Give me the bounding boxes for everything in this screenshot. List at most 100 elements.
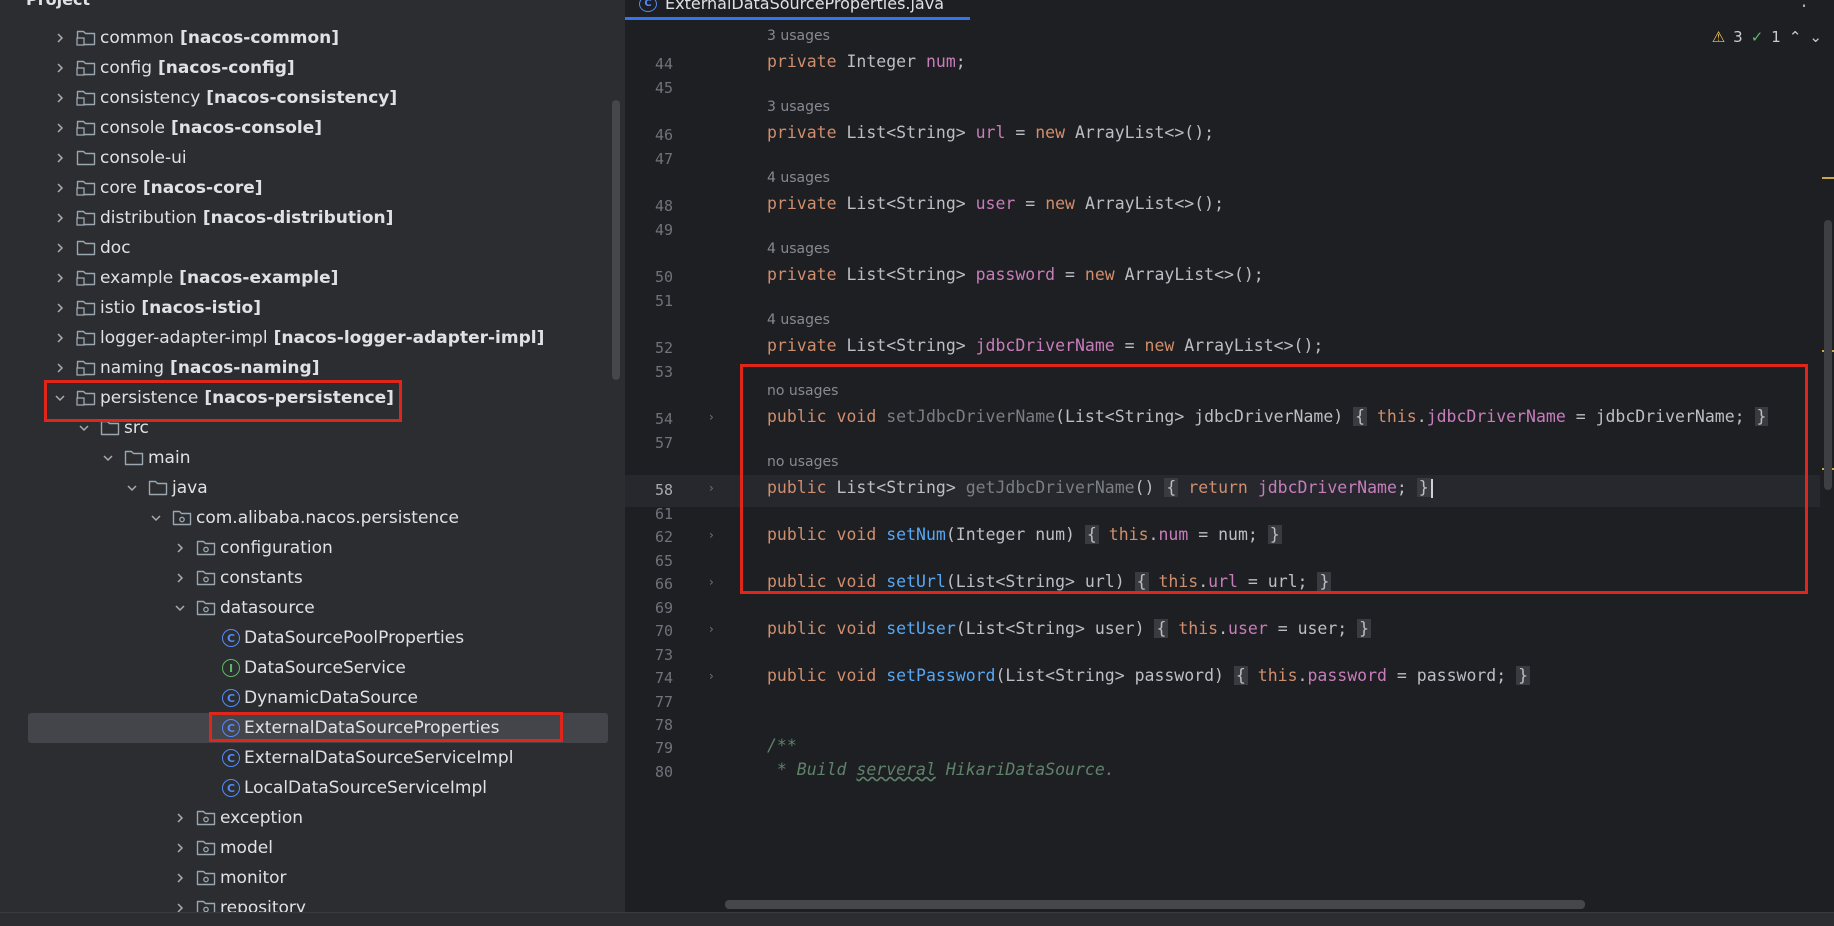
code-line[interactable]: public void setUrl(List<String> url) { t… [767,572,1332,591]
chevron-down-icon[interactable] [172,593,188,623]
tree-item-externaldatasourceserviceimpl[interactable]: C ExternalDataSourceServiceImpl [0,743,610,773]
inspections-widget[interactable]: ⚠ 3 ✓ 1 ⌃ ⌄ [1712,28,1822,46]
code-line[interactable]: private List<String> url = new ArrayList… [767,123,1214,142]
editor-tab-external-data-source-properties[interactable]: C ExternalDataSourceProperties.java [625,0,970,20]
tree-item-externaldatasourceproperties[interactable]: C ExternalDataSourceProperties [28,713,608,743]
line-number[interactable]: 65 [625,552,673,570]
chevron-right-icon[interactable] [52,53,68,83]
next-highlight-icon[interactable]: ⌄ [1809,28,1822,46]
fold-chevron-icon[interactable]: › [709,669,719,683]
chevron-right-icon[interactable] [52,353,68,383]
tree-item-console-ui[interactable]: console-ui [0,143,610,173]
tree-item-console[interactable]: console [nacos-console] [0,113,610,143]
tree-item-localdatasourceserviceimpl[interactable]: C LocalDataSourceServiceImpl [0,773,610,803]
chevron-right-icon[interactable] [52,23,68,53]
chevron-right-icon[interactable] [52,263,68,293]
code-line[interactable]: public void setJdbcDriverName(List<Strin… [767,407,1769,426]
chevron-right-icon[interactable] [172,893,188,912]
usages-hint[interactable]: no usages [767,454,838,470]
usages-hint[interactable]: 4 usages [767,312,830,328]
tree-item-core[interactable]: core [nacos-core] [0,173,610,203]
code-line[interactable]: public void setNum(Integer num) { this.n… [767,525,1282,544]
code-line[interactable]: private List<String> password = new Arra… [767,265,1264,284]
chevron-right-icon[interactable] [52,323,68,353]
fold-chevron-icon[interactable]: › [709,622,719,636]
error-stripe-marker[interactable] [1822,177,1834,179]
code-editor[interactable]: C ExternalDataSourceProperties.java ⋮ ⚠ … [625,0,1834,912]
line-number[interactable]: 66 [625,575,673,593]
tree-item-consistency[interactable]: consistency [nacos-consistency] [0,83,610,113]
line-number[interactable]: 53 [625,363,673,381]
line-number[interactable]: 57 [625,434,673,452]
tree-item-model[interactable]: model [0,833,610,863]
code-line[interactable]: * Build serveral HikariDataSource. [767,760,1115,779]
chevron-right-icon[interactable] [172,863,188,893]
chevron-down-icon[interactable] [124,473,140,503]
line-number[interactable]: 79 [625,739,673,757]
code-line[interactable]: private List<String> jdbcDriverName = ne… [767,336,1323,355]
line-number[interactable]: 54 [625,410,673,428]
chevron-down-icon[interactable] [76,413,92,443]
tree-item-dynamicdatasource[interactable]: C DynamicDataSource [0,683,610,713]
tree-item-doc[interactable]: doc [0,233,610,263]
more-options-icon[interactable]: ⋮ [1794,0,1814,10]
line-number[interactable]: 49 [625,221,673,239]
chevron-right-icon[interactable] [172,563,188,593]
code-line[interactable]: public List<String> getJdbcDriverName() … [767,478,1433,498]
chevron-right-icon[interactable] [52,293,68,323]
chevron-right-icon[interactable] [172,533,188,563]
tree-item-src[interactable]: src [0,413,610,443]
line-number[interactable]: 61 [625,505,673,523]
tree-item-example[interactable]: example [nacos-example] [0,263,610,293]
tree-item-distribution[interactable]: distribution [nacos-distribution] [0,203,610,233]
tree-item-istio[interactable]: istio [nacos-istio] [0,293,610,323]
chevron-right-icon[interactable] [52,233,68,263]
tree-item-monitor[interactable]: monitor [0,863,610,893]
usages-hint[interactable]: 4 usages [767,241,830,257]
tree-item-com-alibaba-nacos-persistence[interactable]: com.alibaba.nacos.persistence [0,503,610,533]
project-panel-title[interactable]: Project [0,0,90,12]
tree-item-naming[interactable]: naming [nacos-naming] [0,353,610,383]
fold-chevron-icon[interactable]: › [709,410,719,424]
chevron-down-icon[interactable] [52,383,68,413]
line-number[interactable]: 48 [625,197,673,215]
line-number[interactable]: 73 [625,646,673,664]
chevron-right-icon[interactable] [172,803,188,833]
line-number[interactable]: 80 [625,763,673,781]
code-line[interactable]: private List<String> user = new ArrayLis… [767,194,1224,213]
tree-item-constants[interactable]: constants [0,563,610,593]
fold-chevron-icon[interactable]: › [709,575,719,589]
chevron-right-icon[interactable] [52,143,68,173]
editor-horizontal-scrollbar[interactable] [725,900,1585,909]
chevron-right-icon[interactable] [52,83,68,113]
fold-chevron-icon[interactable]: › [709,528,719,542]
usages-hint[interactable]: 4 usages [767,170,830,186]
editor-vertical-scrollbar[interactable] [1824,220,1832,490]
fold-chevron-icon[interactable]: › [709,481,719,495]
tree-item-configuration[interactable]: configuration [0,533,610,563]
line-number[interactable]: 51 [625,292,673,310]
line-number[interactable]: 46 [625,126,673,144]
line-number[interactable]: 78 [625,716,673,734]
tree-item-config[interactable]: config [nacos-config] [0,53,610,83]
line-number[interactable]: 50 [625,268,673,286]
chevron-down-icon[interactable] [148,503,164,533]
chevron-right-icon[interactable] [52,203,68,233]
project-scrollbar[interactable] [612,100,620,380]
tree-item-datasourcepoolproperties[interactable]: C DataSourcePoolProperties [0,623,610,653]
chevron-down-icon[interactable] [100,443,116,473]
tree-item-exception[interactable]: exception [0,803,610,833]
usages-hint[interactable]: no usages [767,383,838,399]
tree-item-common[interactable]: common [nacos-common] [0,23,610,53]
code-line[interactable]: public void setUser(List<String> user) {… [767,619,1372,638]
tree-item-datasourceservice[interactable]: I DataSourceService [0,653,610,683]
code-line[interactable]: /** [767,736,797,755]
line-number[interactable]: 45 [625,79,673,97]
previous-highlight-icon[interactable]: ⌃ [1789,28,1802,46]
line-number[interactable]: 47 [625,150,673,168]
code-line[interactable]: public void setPassword(List<String> pas… [767,666,1531,685]
line-number[interactable]: 70 [625,622,673,640]
usages-hint[interactable]: 3 usages [767,99,830,115]
line-number[interactable]: 62 [625,528,673,546]
chevron-right-icon[interactable] [172,833,188,863]
